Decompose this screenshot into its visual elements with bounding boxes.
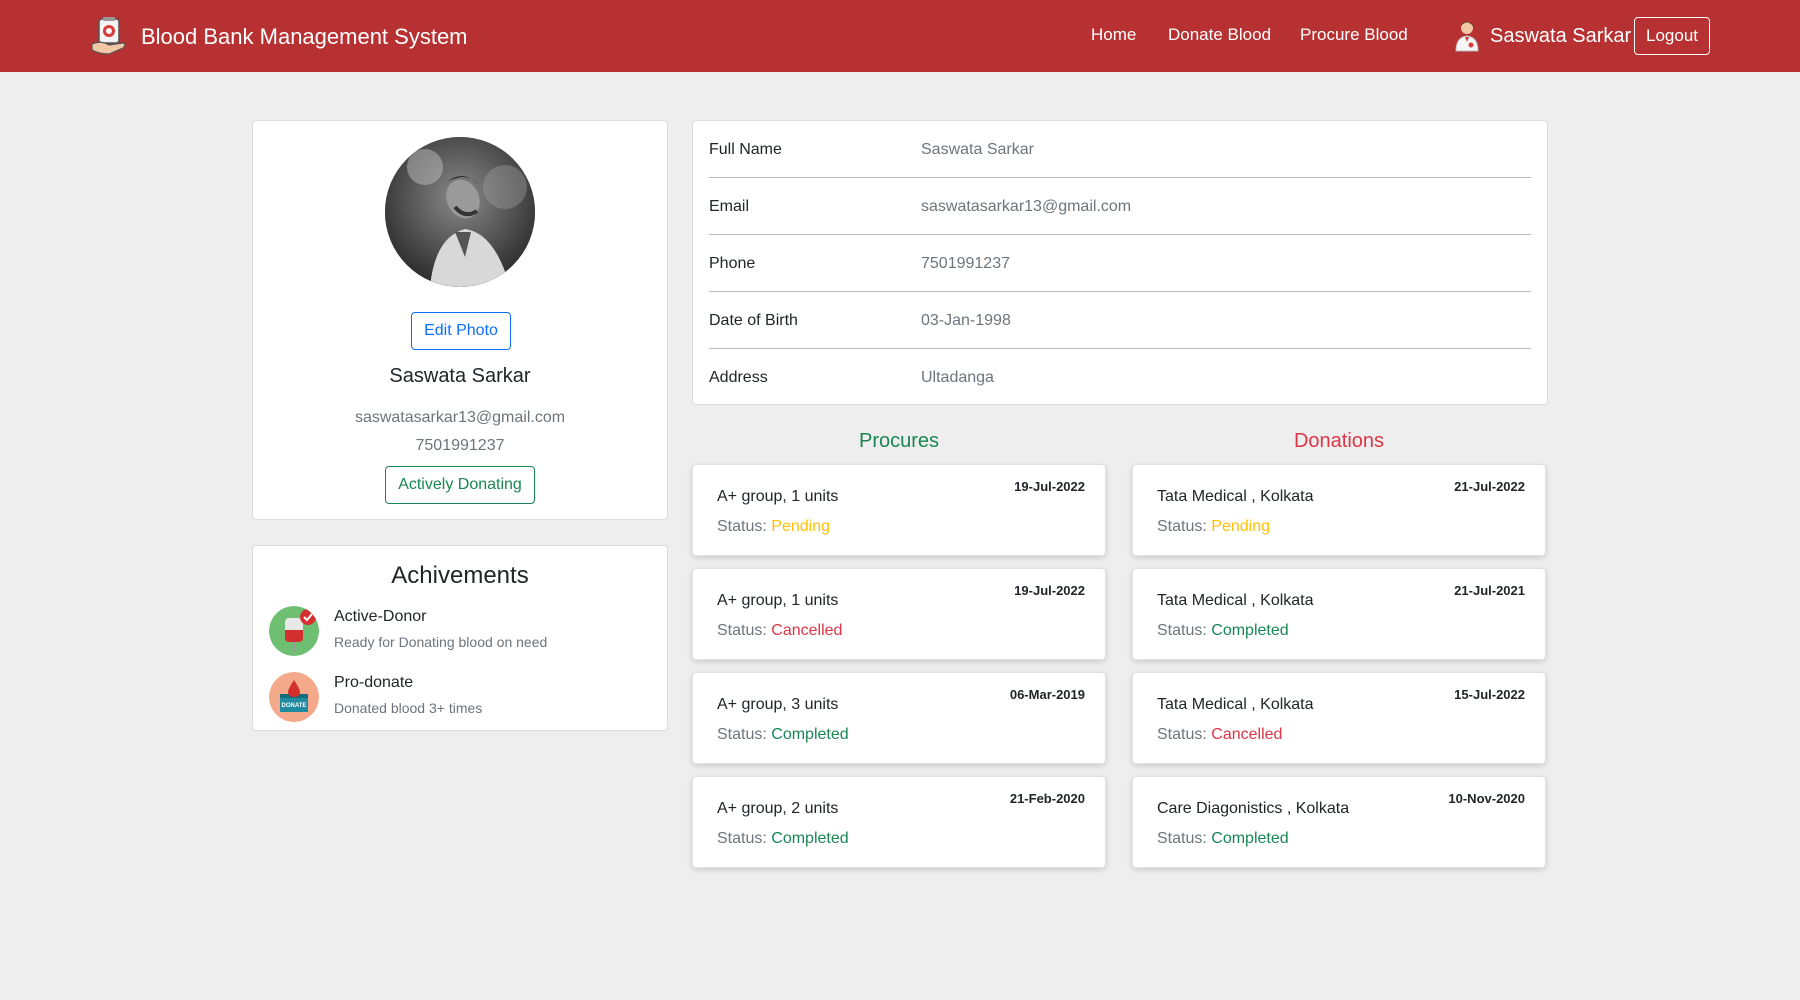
record-status: Status: Cancelled (1157, 726, 1282, 744)
donations-card[interactable]: 10-Nov-2020 Care Diagonistics , Kolkata St… (1132, 776, 1546, 868)
detail-value: 7501991237 (921, 255, 1010, 272)
profile-email: saswatasarkar13@gmail.com (354, 409, 566, 426)
status-value: Cancelled (771, 622, 843, 639)
record-title: A+ group, 2 units (717, 800, 839, 817)
blood-bank-logo-icon (91, 17, 126, 55)
detail-row: Email saswatasarkar13@gmail.com (709, 178, 1531, 235)
record-date: 21-Jul-2022 (1454, 479, 1525, 494)
procures-card[interactable]: 19-Jul-2022 A+ group, 1 units Status: Canc… (692, 568, 1106, 660)
status-value: Cancelled (1211, 726, 1283, 743)
donations-card[interactable]: 15-Jul-2022 Tata Medical , Kolkata Status:… (1132, 672, 1546, 764)
detail-label: Date of Birth (709, 312, 798, 329)
status-value: Pending (1211, 518, 1270, 535)
achievements-card: Achivements Active-Donor Ready for Donat… (252, 545, 668, 731)
active-donor-icon (269, 606, 319, 656)
record-title: Tata Medical , Kolkata (1157, 488, 1314, 505)
nav-procure-blood[interactable]: Procure Blood (1300, 25, 1408, 45)
achievement-name: Pro-donate (334, 674, 414, 691)
detail-row: Full Name Saswata Sarkar (709, 121, 1531, 178)
record-status: Status: Completed (1157, 830, 1289, 848)
status-label: Status: (1157, 830, 1207, 847)
record-date: 21-Jul-2021 (1454, 583, 1525, 598)
record-date: 21-Feb-2020 (1009, 791, 1085, 806)
record-status: Status: Completed (717, 726, 849, 744)
status-label: Status: (717, 830, 767, 847)
record-title: A+ group, 3 units (717, 696, 839, 713)
status-label: Status: (717, 622, 767, 639)
detail-label: Phone (709, 255, 756, 272)
status-label: Status: (1157, 518, 1207, 535)
nav-home[interactable]: Home (1091, 25, 1136, 45)
procures-card[interactable]: 19-Jul-2022 A+ group, 1 units Status: Pend… (692, 464, 1106, 556)
achievement-item: DONATE Pro-donate Donated blood 3+ times (269, 672, 482, 722)
status-value: Completed (1211, 830, 1289, 847)
record-date: 10-Nov-2020 (1448, 791, 1525, 806)
procures-card[interactable]: 06-Mar-2019 A+ group, 3 units Status: Comp… (692, 672, 1106, 764)
record-date: 19-Jul-2022 (1014, 479, 1085, 494)
detail-label: Email (709, 198, 750, 215)
donations-title: Donations (1293, 430, 1385, 452)
user-name: Saswata Sarkar (1490, 24, 1632, 47)
detail-row: Address Ultadanga (709, 349, 1531, 406)
detail-row: Phone 7501991237 (709, 235, 1531, 292)
achievements-title: Achivements (391, 562, 529, 589)
brand-title: Blood Bank Management System (141, 24, 468, 49)
record-status: Status: Completed (717, 830, 849, 848)
detail-row: Date of Birth 03-Jan-1998 (709, 292, 1531, 349)
pro-donate-icon: DONATE (269, 672, 319, 722)
user-menu[interactable]: Saswata Sarkar (1454, 20, 1631, 52)
brand-link[interactable]: Blood Bank Management System (89, 16, 468, 58)
detail-value: 03-Jan-1998 (921, 312, 1011, 329)
procures-title: Procures (858, 430, 940, 452)
detail-value: Saswata Sarkar (921, 141, 1034, 158)
profile-details-card: Full Name Saswata Sarkar Email saswatasa… (692, 120, 1548, 405)
record-title: Tata Medical , Kolkata (1157, 696, 1314, 713)
record-title: Care Diagonistics , Kolkata (1157, 800, 1350, 817)
record-status: Status: Cancelled (717, 622, 842, 640)
record-title: A+ group, 1 units (717, 488, 839, 505)
status-value: Completed (1211, 622, 1289, 639)
profile-photo-image (385, 137, 535, 287)
user-avatar-icon (1455, 22, 1479, 52)
status-label: Status: (1157, 622, 1207, 639)
status-label: Status: (717, 726, 767, 743)
logout-button[interactable]: Logout (1634, 17, 1710, 55)
record-status: Status: Pending (1157, 518, 1270, 536)
detail-label: Address (709, 369, 768, 386)
profile-phone: 7501991237 (415, 437, 505, 454)
record-date: 06-Mar-2019 (1009, 687, 1085, 702)
procures-card[interactable]: 21-Feb-2020 A+ group, 2 units Status: Comp… (692, 776, 1106, 868)
status-value: Completed (771, 726, 849, 743)
profile-photo (385, 137, 535, 287)
status-label: Status: (1157, 726, 1207, 743)
detail-value: Ultadanga (921, 369, 994, 386)
profile-name: Saswata Sarkar (389, 365, 531, 387)
detail-value: saswatasarkar13@gmail.com (921, 198, 1132, 215)
status-value: Pending (771, 518, 830, 535)
record-title: Tata Medical , Kolkata (1157, 592, 1314, 609)
edit-photo-button[interactable]: Edit Photo (411, 312, 511, 350)
donor-status-button[interactable]: Actively Donating (385, 466, 535, 504)
navbar: Blood Bank Management System Home Donate… (0, 0, 1800, 72)
record-status: Status: Pending (717, 518, 830, 536)
status-value: Completed (771, 830, 849, 847)
achievement-desc: Ready for Donating blood on need (334, 634, 548, 650)
achievement-desc: Donated blood 3+ times (334, 700, 483, 716)
achievement-name: Active-Donor (334, 608, 427, 625)
record-date: 15-Jul-2022 (1454, 687, 1525, 702)
record-title: A+ group, 1 units (717, 592, 839, 609)
status-label: Status: (717, 518, 767, 535)
record-date: 19-Jul-2022 (1014, 583, 1085, 598)
donations-card[interactable]: 21-Jul-2021 Tata Medical , Kolkata Status:… (1132, 568, 1546, 660)
detail-label: Full Name (709, 141, 782, 158)
nav-donate-blood[interactable]: Donate Blood (1168, 25, 1271, 45)
record-status: Status: Completed (1157, 622, 1289, 640)
profile-card: Edit Photo Saswata Sarkar saswatasarkar1… (252, 120, 668, 520)
svg-text:DONATE: DONATE (282, 703, 307, 709)
donations-card[interactable]: 21-Jul-2022 Tata Medical , Kolkata Status:… (1132, 464, 1546, 556)
achievement-item: Active-Donor Ready for Donating blood on… (269, 606, 547, 656)
